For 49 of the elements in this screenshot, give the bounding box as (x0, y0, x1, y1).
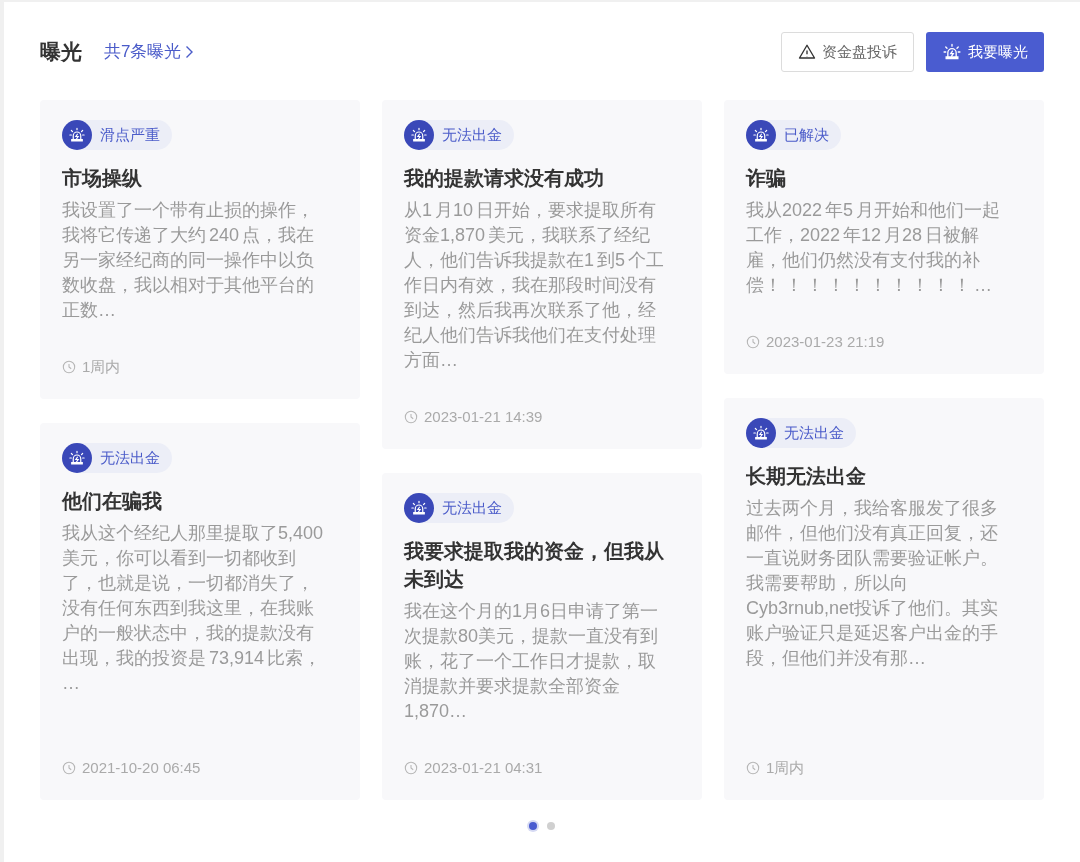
card-title: 市场操纵 (62, 166, 143, 191)
alarm-icon (942, 42, 962, 62)
alarm-icon (752, 126, 770, 144)
card-time: 2023-01-23 21:19 (766, 332, 885, 352)
complaint-card[interactable]: 滑点严重 市场操纵 我设置了一个带有止损的操作，我将它传递了大约 240 点，我在另一家经纪商的同一操作中以负数收盘，我以相对于其他平台的正数… 1周内 (40, 100, 360, 399)
complaint-card[interactable]: 无法出金 我的提款请求没有成功 从1 月10 日开始，要求提取所有资金1,870 美元，我联系了经纪人，他们告诉我提款在1 到5 个工作日内有效，我在那段时间没有到达，然后我再次联系了他，经纪人他们告诉我他们在支付处理方面… 2023-01-21 14:39 (382, 100, 702, 449)
clock-icon (404, 761, 418, 775)
card-title: 他们在骗我 (62, 489, 163, 514)
view-all-link[interactable]: 共7条曝光 (104, 39, 195, 65)
category-tag: 滑点严重 (62, 120, 172, 150)
chevron-right-icon (185, 45, 195, 59)
card-title: 诈骗 (746, 166, 787, 191)
complaint-card[interactable]: 已解决 诈骗 我从2022 年5 月开始和他们一起工作，2022 年12 月28 日被解雇，他们仍然没有支付我的补偿！ ！ ！ ！ ！ ！ ！ ！ ！ ！ … 2023-01-23 21:19 (724, 100, 1044, 374)
category-tag: 无法出金 (62, 443, 172, 473)
alarm-icon (410, 126, 428, 144)
card-body: 我在这个月的1月6日申请了第一次提款80美元，提款一直没有到账，花了一个工作日才提款，取消提款并要求提款全部资金1,870… (404, 600, 660, 723)
category-tag: 无法出金 (404, 493, 514, 523)
card-body: 过去两个月，我给客服发了很多邮件，但他们没有真正回复，还一直说财务团队需要验证帐户。我需要帮助，所以向Cyb3rnub,net投诉了他们。其实账户验证只是延迟客户出金的手段，但他们并没有那… (746, 497, 1000, 670)
clock-icon (746, 335, 760, 349)
category-tag: 无法出金 (404, 120, 514, 150)
card-body: 从1 月10 日开始，要求提取所有资金1,870 美元，我联系了经纪人，他们告诉我提款在1 到5 个工作日内有效，我在那段时间没有到达，然后我再次联系了他，经纪人他们告诉我他们在支付处理方面… (404, 199, 666, 372)
card-title: 我的提款请求没有成功 (404, 166, 605, 191)
card-time: 1周内 (766, 758, 805, 778)
clock-icon (62, 761, 76, 775)
clock-icon (62, 360, 76, 374)
warning-icon (798, 43, 816, 61)
alarm-icon (752, 424, 770, 442)
section-title: 曝光 (40, 39, 82, 66)
alarm-icon (410, 499, 428, 517)
expose-button[interactable]: 我要曝光 (926, 32, 1044, 72)
clock-icon (404, 410, 418, 424)
complaint-card[interactable]: 无法出金 我要求提取我的资金，但我从未到达 我在这个月的1月6日申请了第一次提款80美元，提款一直没有到账，花了一个工作日才提款，取消提款并要求提款全部资金1,870… 2023-01-21 04:31 (382, 473, 702, 800)
card-title: 长期无法出金 (746, 464, 867, 489)
card-time: 2023-01-21 04:31 (424, 758, 543, 778)
complaint-card[interactable]: 无法出金 他们在骗我 我从这个经纪人那里提取了5,400 美元，你可以看到一切都收到了，也就是说，一切都消失了，没有任何东西到我这里，在我账户的一般状态中，我的提款没有出现，我的投资是 73,914 比索， … 2021-10-20 06:45 (40, 423, 360, 800)
complaint-card[interactable]: 无法出金 长期无法出金 过去两个月，我给客服发了很多邮件，但他们没有真正回复，还一直说财务团队需要验证帐户。我需要帮助，所以向Cyb3rnub,net投诉了他们。其实账户验证只是延迟客户出金的手段，但他们并没有那… 1周内 (724, 398, 1044, 800)
card-time: 1周内 (82, 357, 121, 377)
card-title: 我要求提取我的资金，但我从未到达 (404, 539, 665, 592)
clock-icon (746, 761, 760, 775)
report-button[interactable]: 资金盘投诉 (781, 32, 914, 72)
card-body: 我从这个经纪人那里提取了5,400 美元，你可以看到一切都收到了，也就是说，一切都消失了，没有任何东西到我这里，在我账户的一般状态中，我的提款没有出现，我的投资是 73,914 比索， … (62, 522, 325, 695)
card-body: 我从2022 年5 月开始和他们一起工作，2022 年12 月28 日被解雇，他们仍然没有支付我的补偿！ ！ ！ ！ ！ ！ ！ ！ ！ ！ … (746, 199, 1002, 297)
category-tag: 无法出金 (746, 418, 856, 448)
category-tag: 已解决 (746, 120, 841, 150)
card-time: 2023-01-21 14:39 (424, 407, 543, 427)
alarm-icon (68, 449, 86, 467)
alarm-icon (68, 126, 86, 144)
card-body: 我设置了一个带有止损的操作，我将它传递了大约 240 点，我在另一家经纪商的同一操作中以负数收盘，我以相对于其他平台的正数… (62, 199, 316, 322)
card-time: 2021-10-20 06:45 (82, 758, 201, 778)
